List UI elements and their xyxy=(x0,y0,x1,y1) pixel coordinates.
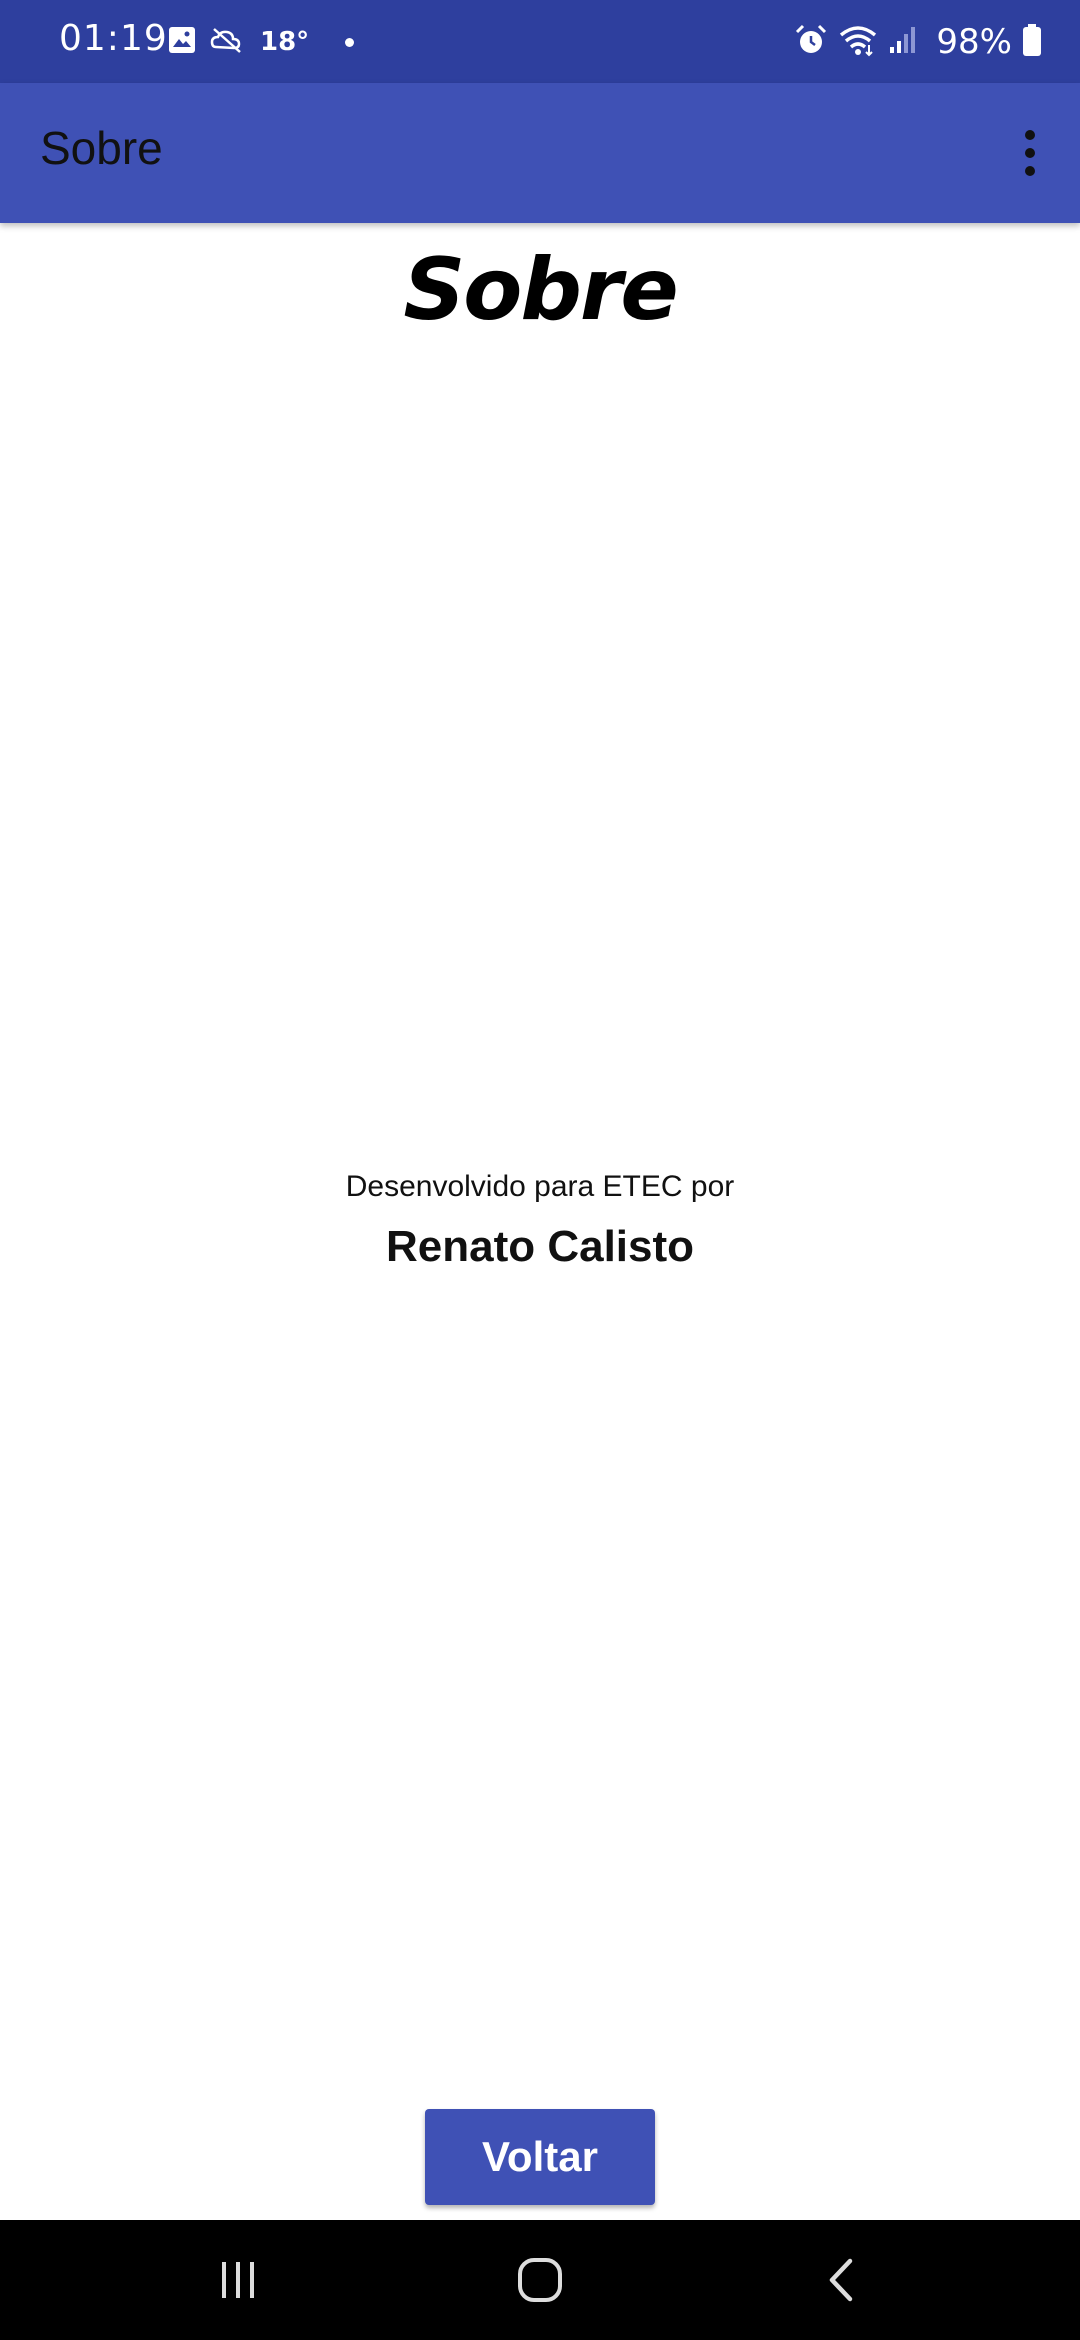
page-heading: Sobre xyxy=(403,240,678,340)
navigation-bar xyxy=(0,2220,1080,2340)
more-vert-icon[interactable] xyxy=(1002,113,1058,193)
image-icon xyxy=(168,26,196,58)
status-time: 01:19 xyxy=(59,18,168,59)
battery-icon xyxy=(1022,23,1042,61)
home-icon[interactable] xyxy=(440,2220,640,2340)
back-icon[interactable] xyxy=(742,2220,942,2340)
signal-icon xyxy=(888,25,918,59)
developer-name: Renato Calisto xyxy=(385,1222,695,1271)
notification-dot xyxy=(345,37,355,47)
app-bar-title: Sobre xyxy=(40,122,163,174)
recent-apps-icon[interactable] xyxy=(138,2220,338,2340)
status-left-icons: 18° xyxy=(168,22,355,62)
status-bar: 01:19 18° 98% xyxy=(0,0,1080,83)
alarm-icon xyxy=(794,23,828,61)
back-button[interactable]: Voltar xyxy=(425,2109,655,2205)
wifi-icon xyxy=(838,23,878,61)
weather-icon xyxy=(210,25,246,59)
app-bar: Sobre xyxy=(0,83,1080,223)
developed-for-caption: Desenvolvido para ETEC por xyxy=(345,1170,735,1203)
battery-percentage: 98% xyxy=(936,22,1012,62)
status-temperature: 18° xyxy=(260,27,310,57)
status-right-icons: 98% xyxy=(794,20,1042,64)
